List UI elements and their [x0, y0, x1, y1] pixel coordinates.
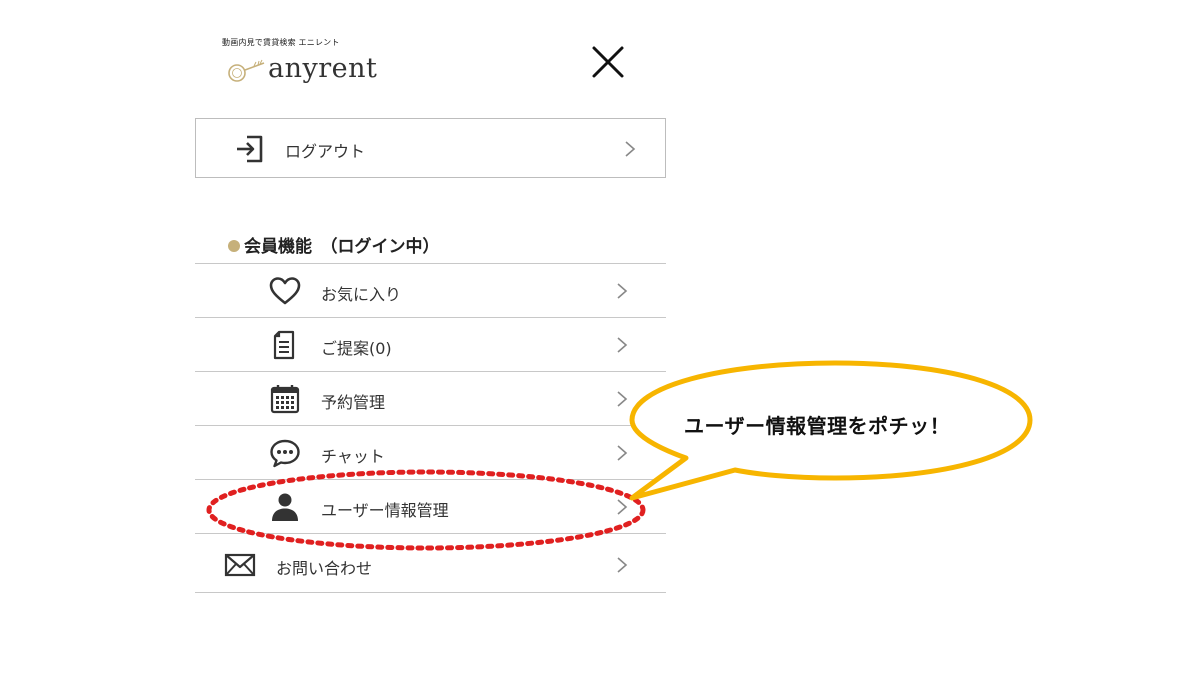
logout-button[interactable]: ログアウト — [195, 118, 666, 178]
menu-item-label: ご提案(0) — [321, 339, 392, 358]
menu-item-proposals[interactable]: ご提案(0) — [195, 317, 666, 371]
mobile-menu-screen: 動画内見で賃貸検索 エニレント anyrent ログアウト 会員機能 （ログイン… — [0, 0, 1200, 675]
menu-item-user-info[interactable]: ユーザー情報管理 — [195, 479, 666, 533]
chevron-right-icon — [617, 445, 628, 461]
menu-item-favorites[interactable]: お気に入り — [195, 263, 666, 317]
user-icon — [272, 493, 298, 521]
menu-item-reservations[interactable]: 予約管理 — [195, 371, 666, 425]
menu-item-label: チャット — [321, 447, 385, 466]
menu-item-contact[interactable]: お問い合わせ — [195, 533, 666, 593]
bullet-dot-icon — [228, 240, 240, 252]
calendar-icon — [270, 385, 300, 414]
member-menu-list: お気に入り ご提案(0) 予約管理 チャット ユーザー情報管理 お問い合わせ — [195, 263, 666, 593]
menu-item-label: ユーザー情報管理 — [321, 501, 449, 520]
menu-item-label: 予約管理 — [321, 393, 386, 412]
logout-icon — [237, 135, 263, 163]
key-icon — [228, 59, 265, 82]
close-icon[interactable] — [590, 44, 626, 80]
logout-label: ログアウト — [285, 142, 366, 161]
member-section-heading-text: 会員機能 （ログイン中） — [244, 237, 440, 257]
menu-item-label: お気に入り — [321, 285, 402, 304]
heart-icon — [269, 277, 301, 305]
chevron-right-icon — [625, 141, 636, 157]
chevron-right-icon — [617, 283, 628, 299]
brand-name: anyrent — [268, 53, 378, 84]
chevron-right-icon — [617, 557, 628, 573]
callout-text: ユーザー情報管理をポチッ！ — [684, 414, 951, 438]
chevron-right-icon — [617, 499, 628, 515]
chevron-right-icon — [617, 391, 628, 407]
envelope-icon — [224, 553, 256, 577]
menu-item-chat[interactable]: チャット — [195, 425, 666, 479]
menu-item-label: お問い合わせ — [276, 559, 373, 578]
chevron-right-icon — [617, 337, 628, 353]
member-section-heading: 会員機能 （ログイン中） — [228, 232, 440, 257]
chat-bubble-icon — [270, 439, 300, 468]
anyrent-logo[interactable]: 動画内見で賃貸検索 エニレント anyrent — [222, 37, 422, 97]
logo-tagline: 動画内見で賃貸検索 エニレント — [222, 38, 340, 47]
document-icon — [273, 330, 295, 360]
